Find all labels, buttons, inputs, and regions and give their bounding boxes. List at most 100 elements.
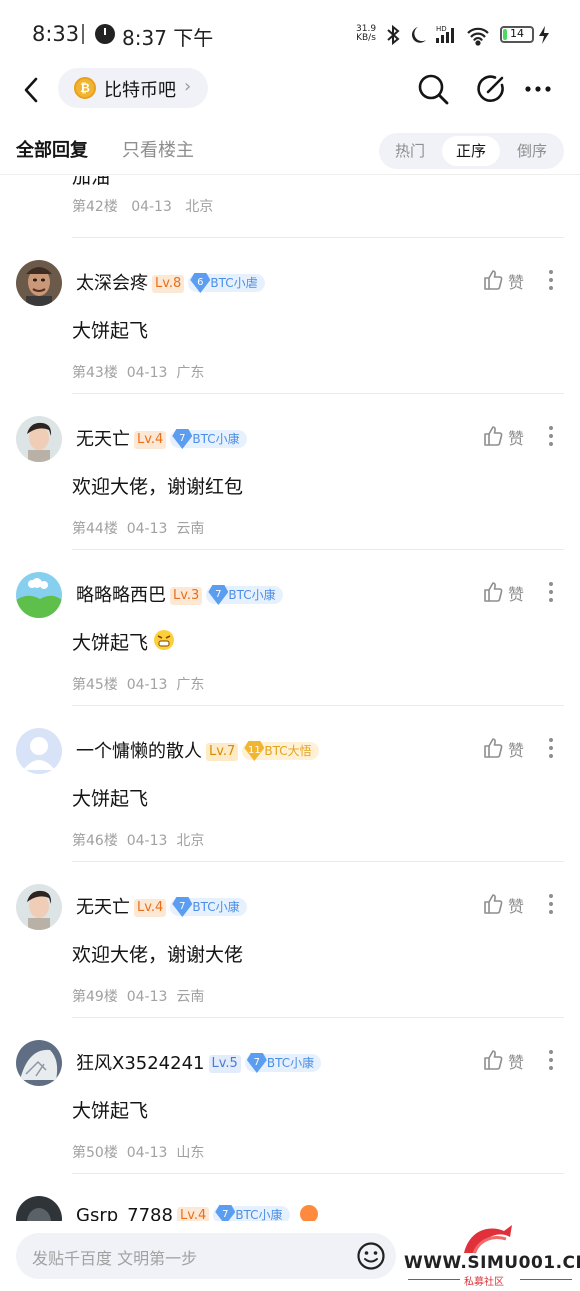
- level-badge: Lv.4: [176, 1207, 210, 1221]
- username-row: 一个慵懒的散人 Lv.7 11 BTC大悟: [76, 737, 319, 763]
- reply-item[interactable]: 无天亡 Lv.4 7 BTC小康赞欢迎大佬，谢谢大佬 第49楼 04-13 云南: [0, 862, 580, 1018]
- username[interactable]: 略略略西巴: [76, 585, 166, 606]
- floor-number: 第43楼: [72, 365, 118, 381]
- reply-date: 04-13: [131, 199, 172, 215]
- username[interactable]: Gsrp_7788: [76, 1205, 173, 1221]
- bitcoin-logo-icon: ₿: [74, 77, 96, 99]
- avatar[interactable]: [16, 260, 62, 306]
- level-badge: Lv.3: [170, 587, 203, 605]
- watermark-line: [408, 1279, 460, 1280]
- more-options-icon[interactable]: [522, 72, 556, 106]
- username[interactable]: 一个慵懒的散人: [76, 741, 202, 762]
- thumbs-up-icon: [482, 1050, 504, 1075]
- reply-item[interactable]: 太深会疼 Lv.8 6 BTC小虐赞大饼起飞 第43楼 04-13 广东: [0, 238, 580, 394]
- emoji-icon[interactable]: [356, 1241, 386, 1271]
- rank-label: BTC小康: [192, 900, 240, 914]
- reply-location: 北京: [185, 199, 214, 215]
- rank-gem-icon: 7: [208, 585, 229, 605]
- rank-label: BTC小康: [228, 588, 276, 602]
- bluetooth-icon: [387, 24, 400, 46]
- reply-input[interactable]: 发贴千百度 文明第一步: [16, 1233, 396, 1279]
- reply-content: 大饼起飞: [72, 320, 149, 342]
- floor-number: 第46楼: [72, 833, 118, 849]
- like-label: 赞: [508, 429, 525, 448]
- reply-more-icon[interactable]: [548, 1049, 554, 1071]
- watermark-line: [520, 1279, 572, 1280]
- thumbs-up-icon: [482, 738, 504, 763]
- like-button[interactable]: 赞: [482, 581, 524, 604]
- like-button[interactable]: 赞: [482, 269, 524, 292]
- floor-number: 第45楼: [72, 677, 118, 693]
- reply-more-icon[interactable]: [548, 269, 554, 291]
- sort-descending-button[interactable]: 倒序: [503, 136, 561, 166]
- reply-item[interactable]: 略略略西巴 Lv.3 7 BTC小康赞大饼起飞 第45楼 04-13 广东: [0, 550, 580, 706]
- reply-more-icon[interactable]: [548, 425, 554, 447]
- search-icon[interactable]: [416, 72, 450, 106]
- sort-ascending-button[interactable]: 正序: [442, 136, 500, 166]
- rank-label: BTC小康: [266, 1056, 315, 1070]
- reply-meta: 第46楼 04-13 北京: [72, 830, 204, 850]
- level-badge: Lv.4: [134, 431, 167, 449]
- like-button[interactable]: 赞: [482, 737, 524, 760]
- back-arrow-icon[interactable]: [20, 74, 46, 106]
- like-button[interactable]: 赞: [482, 1049, 524, 1072]
- username[interactable]: 狂风X3524241: [76, 1053, 205, 1074]
- reply-content: 大饼起飞: [72, 788, 149, 810]
- rank-gem-icon: 7: [246, 1053, 267, 1073]
- like-button[interactable]: 赞: [482, 425, 524, 448]
- like-button[interactable]: 赞: [482, 893, 524, 916]
- reply-more-icon[interactable]: [548, 581, 554, 603]
- like-label: 赞: [508, 585, 525, 604]
- forum-rank-badge: 7 BTC小康: [213, 1205, 290, 1221]
- svg-text:HD: HD: [436, 25, 447, 33]
- avatar[interactable]: [16, 572, 62, 618]
- reply-location: 山东: [176, 1145, 205, 1161]
- reply-item[interactable]: 一个慵懒的散人 Lv.7 11 BTC大悟 赞大饼起飞第46楼 04-13 北京: [0, 706, 580, 862]
- watermark-site: WWW.SIMU001.CN: [404, 1253, 580, 1273]
- sort-switch: 热门 正序 倒序: [379, 133, 564, 169]
- reply-item[interactable]: 无天亡 Lv.4 7 BTC小康赞欢迎大佬，谢谢红包 第44楼 04-13 云南: [0, 394, 580, 550]
- sort-hot-button[interactable]: 热门: [381, 136, 439, 166]
- rank-label: BTC大悟: [264, 744, 312, 758]
- floor-number: 第50楼: [72, 1145, 118, 1161]
- avatar[interactable]: [16, 416, 62, 462]
- moon-icon: [411, 27, 426, 43]
- avatar[interactable]: [16, 728, 62, 774]
- floor-number: 第44楼: [72, 521, 118, 537]
- watermark: WWW.SIMU001.CN 私募社区: [404, 1225, 580, 1288]
- username[interactable]: 无天亡: [76, 897, 130, 918]
- network-speed: 31.9 KB/s: [356, 24, 377, 43]
- bottom-bar: 发贴千百度 文明第一步 WWW.SIMU001.CN 私募社区: [0, 1221, 580, 1291]
- avatar[interactable]: [16, 884, 62, 930]
- reply-content-row: 欢迎大佬，谢谢红包: [72, 472, 243, 499]
- reply-location: 云南: [176, 989, 205, 1005]
- rank-label: BTC小康: [192, 432, 240, 446]
- wifi-icon: [467, 27, 489, 46]
- avatar[interactable]: [16, 1040, 62, 1086]
- forum-name: 比特币吧: [104, 80, 176, 101]
- forum-entry-button[interactable]: ₿ 比特币吧 ›: [58, 68, 208, 108]
- tab-all-replies[interactable]: 全部回复: [16, 136, 88, 162]
- reply-content: 大饼起飞: [72, 1100, 149, 1122]
- reply-content-row: 大饼起飞: [72, 784, 148, 811]
- reply-item[interactable]: Gsrp_7788 Lv.4 7 BTC小康: [0, 1174, 580, 1221]
- reply-more-icon[interactable]: [548, 737, 554, 759]
- chevron-right-icon: ›: [184, 76, 192, 97]
- like-label: 赞: [508, 1053, 525, 1072]
- floor-number: 第42楼: [72, 199, 118, 215]
- tab-op-only[interactable]: 只看楼主: [122, 136, 194, 162]
- level-badge: Lv.7: [206, 743, 239, 761]
- alarm-clock-icon: [95, 24, 115, 44]
- thumbs-up-icon: [482, 426, 504, 451]
- status-icons: HD: [387, 24, 489, 46]
- avatar[interactable]: [16, 1196, 62, 1221]
- share-icon[interactable]: [474, 72, 508, 106]
- forum-rank-badge: 7 BTC小康: [206, 585, 283, 605]
- username[interactable]: 无天亡: [76, 429, 130, 450]
- reply-item[interactable]: 狂风X3524241 Lv.5 7 BTC小康赞大饼起飞 第50楼 04-13 山东: [0, 1018, 580, 1174]
- reply-meta: 第45楼 04-13 广东: [72, 674, 204, 694]
- rank-label: BTC小虐: [210, 276, 258, 290]
- username[interactable]: 太深会疼: [76, 273, 148, 294]
- username-row: 略略略西巴 Lv.3 7 BTC小康: [76, 581, 283, 607]
- reply-more-icon[interactable]: [548, 893, 554, 915]
